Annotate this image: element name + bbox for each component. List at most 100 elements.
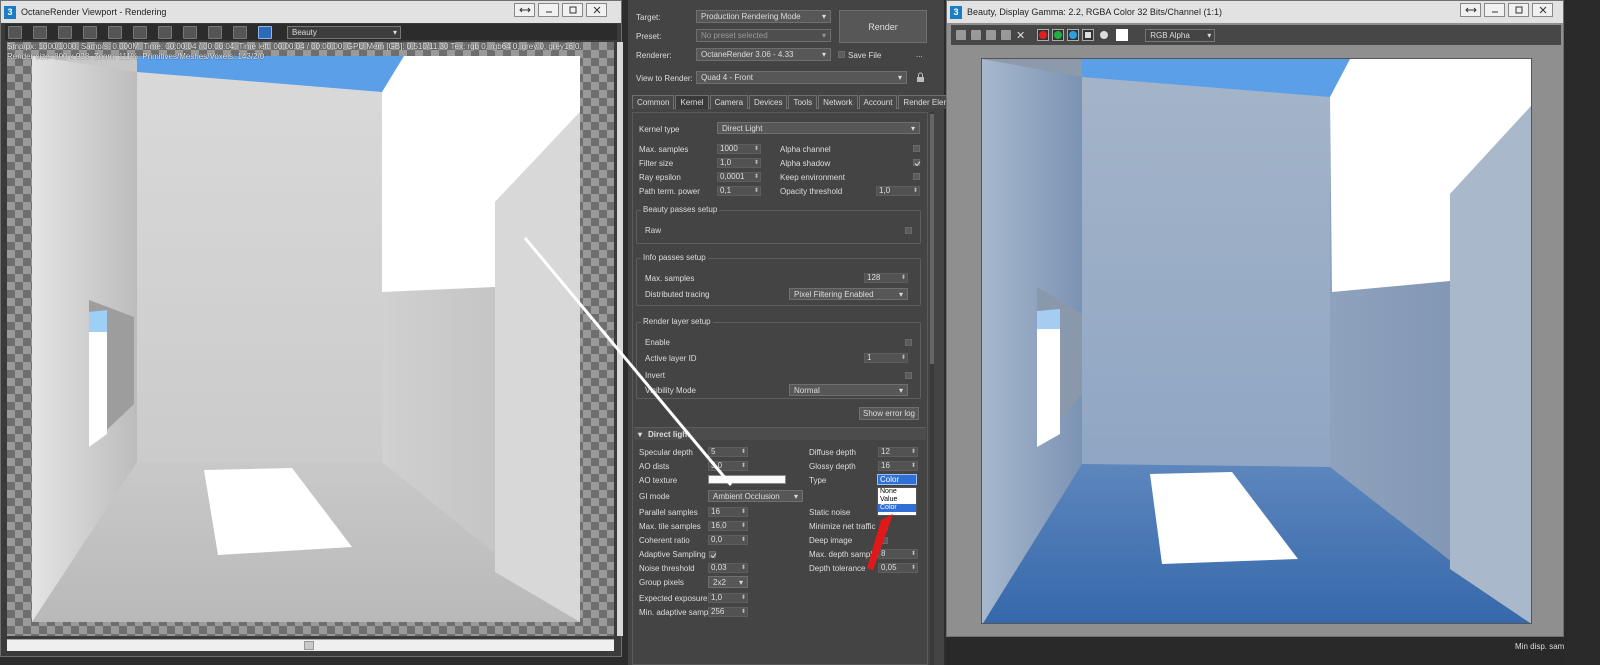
glossy-depth-spinner[interactable]: 16 [878, 461, 918, 471]
close-icon[interactable] [1532, 3, 1553, 17]
path-term-spinner[interactable]: 0,1 [717, 186, 761, 196]
tab-common[interactable]: Common [632, 95, 675, 109]
collapse-icon[interactable]: ▾ [638, 430, 642, 439]
renderer-select[interactable]: OctaneRender 3.06 - 4.33 [696, 48, 831, 61]
region-icon[interactable] [233, 25, 247, 39]
expected-exposure-spinner[interactable]: 1,0 [708, 593, 748, 603]
mono-icon[interactable] [1100, 31, 1109, 39]
option-value[interactable]: Value [878, 496, 916, 504]
adaptive-sampling-checkbox[interactable] [709, 551, 717, 559]
stop-icon[interactable] [133, 25, 147, 39]
red-channel-icon[interactable] [1037, 29, 1050, 41]
alpha-channel-checkbox[interactable] [913, 145, 920, 152]
viewport-vertical-scrollbar[interactable] [617, 42, 623, 636]
swap-icon[interactable] [514, 3, 535, 17]
scroll-thumb[interactable] [304, 641, 314, 650]
depth-tolerance-spinner[interactable]: 0,05 [878, 563, 918, 573]
save-icon[interactable] [956, 30, 966, 40]
tab-tools[interactable]: Tools [788, 95, 818, 109]
option-color[interactable]: Color [878, 504, 916, 512]
tab-account[interactable]: Account [858, 95, 898, 109]
ao-type-select[interactable]: Color [877, 474, 917, 485]
kernel-type-select[interactable]: Direct Light [717, 122, 920, 134]
noise-threshold-spinner[interactable]: 0,03 [708, 563, 748, 573]
film-icon[interactable] [8, 25, 22, 39]
render-pass-select[interactable]: Beauty [287, 25, 401, 39]
blue-channel-icon[interactable] [1067, 29, 1080, 41]
option-none[interactable]: None [878, 488, 916, 496]
group-pixels-select[interactable]: 2x2 [708, 576, 748, 588]
filter-size-spinner[interactable]: 1,0 [717, 158, 761, 168]
render-canvas[interactable] [7, 42, 614, 636]
camera-focus-icon[interactable] [258, 25, 272, 39]
maximize-icon[interactable] [1508, 3, 1529, 17]
max-samples-spinner[interactable]: 1000 [717, 144, 761, 154]
tab-network[interactable]: Network [818, 95, 858, 109]
channel-select[interactable]: RGB Alpha [1145, 28, 1216, 42]
alpha-shadow-checkbox[interactable] [913, 159, 921, 167]
layers-icon[interactable] [33, 25, 47, 39]
pause-icon[interactable] [108, 25, 122, 39]
alpha-channel-icon[interactable] [1082, 29, 1095, 41]
view-to-render-select[interactable]: Quad 4 - Front [696, 71, 907, 84]
swap-icon[interactable] [1460, 3, 1481, 17]
save-file-checkbox[interactable] [838, 51, 845, 58]
print-icon[interactable] [1001, 30, 1011, 40]
min-adaptive-spinner[interactable]: 256 [708, 607, 748, 617]
gi-mode-select[interactable]: Ambient Occlusion [708, 490, 803, 502]
active-layer-spinner[interactable]: 1 [864, 353, 908, 363]
invert-checkbox[interactable] [905, 372, 912, 379]
diffuse-depth-spinner[interactable]: 12 [878, 447, 918, 457]
viewport-horizontal-scrollbar[interactable] [7, 639, 614, 651]
tab-kernel[interactable]: Kernel [675, 95, 709, 109]
browse-button[interactable]: ... [916, 50, 923, 59]
vfb-image[interactable] [981, 58, 1532, 624]
opacity-threshold-spinner[interactable]: 1,0 [876, 186, 920, 196]
ray-epsilon-spinner[interactable]: 0,0001 [717, 172, 761, 182]
specular-depth-spinner[interactable]: 5 [708, 447, 748, 457]
max-depth-samples-spinner[interactable]: 8 [878, 549, 918, 559]
tab-devices[interactable]: Devices [749, 95, 788, 109]
parallel-samples-spinner[interactable]: 16 [708, 507, 748, 517]
ao-texture-slot[interactable] [708, 475, 786, 484]
color-wheel-icon[interactable] [158, 25, 172, 39]
distributed-tracing-select[interactable]: Pixel Filtering Enabled [789, 288, 908, 300]
monitor-icon[interactable] [208, 25, 222, 39]
type-label: Type [809, 476, 827, 485]
ao-dist-spinner[interactable]: 3,0 [708, 461, 748, 471]
close-icon[interactable] [586, 3, 607, 17]
min-net-traffic-checkbox[interactable] [881, 523, 889, 531]
tab-camera[interactable]: Camera [709, 95, 749, 109]
panel-scrollbar[interactable] [930, 112, 934, 665]
max-tile-spinner[interactable]: 16,0 [708, 521, 748, 531]
enable-checkbox[interactable] [905, 339, 912, 346]
info-passes-group: Info passes setup Max. samples 128 Distr… [636, 253, 921, 306]
refresh-icon[interactable] [58, 25, 72, 39]
save-copy-icon[interactable] [971, 30, 981, 40]
panel-scroll-thumb[interactable] [930, 114, 934, 364]
clone-icon[interactable] [986, 30, 996, 40]
swatch-icon[interactable] [1116, 29, 1129, 41]
app-logo-icon: 3 [4, 5, 16, 19]
minimize-icon[interactable] [1484, 3, 1505, 17]
preset-select[interactable]: No preset selected [696, 29, 831, 42]
show-error-log-button[interactable]: Show error log [859, 407, 919, 420]
render-button[interactable]: Render [839, 10, 927, 43]
maximize-icon[interactable] [562, 3, 583, 17]
green-channel-icon[interactable] [1052, 29, 1065, 41]
target-select[interactable]: Production Rendering Mode [696, 10, 831, 23]
deep-image-checkbox[interactable] [881, 537, 888, 544]
lock-view-icon[interactable] [916, 72, 925, 83]
vfb-titlebar[interactable]: 3 Beauty, Display Gamma: 2.2, RGBA Color… [947, 1, 1563, 23]
info-max-samples-spinner[interactable]: 128 [864, 273, 908, 283]
lock-icon[interactable] [83, 25, 97, 39]
raw-checkbox[interactable] [905, 227, 912, 234]
clear-icon[interactable] [183, 25, 197, 39]
minimize-icon[interactable] [538, 3, 559, 17]
coherent-ratio-spinner[interactable]: 0,0 [708, 535, 748, 545]
direct-light-header[interactable]: ▾ Direct light [634, 427, 926, 440]
viewport-titlebar[interactable]: 3 OctaneRender Viewport - Rendering [1, 1, 621, 23]
visibility-mode-select[interactable]: Normal [789, 384, 908, 396]
keep-environment-checkbox[interactable] [913, 173, 920, 180]
clear-x-icon[interactable]: ✕ [1016, 29, 1025, 42]
